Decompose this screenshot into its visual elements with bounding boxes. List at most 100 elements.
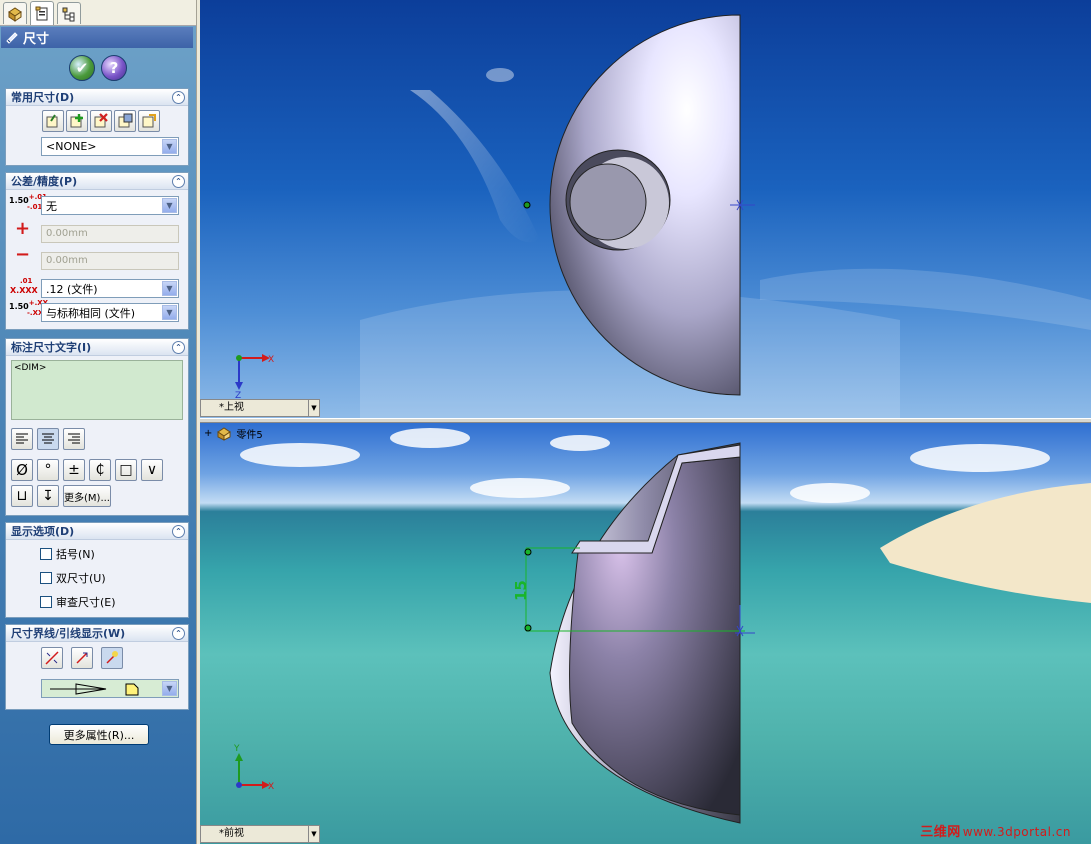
primary-precision-value: .12 (文件) [46,282,98,296]
arrows-smart-button[interactable] [101,647,123,669]
viewport-top-view[interactable]: X Z *上视 ▼ [200,0,1091,418]
ok-help-row: ✔ ? [0,52,196,84]
view-label-front[interactable]: *前视 ▼ [200,825,320,843]
load-favorite-icon [142,114,156,128]
load-favorite-button[interactable] [138,110,160,132]
parentheses-checkbox[interactable]: 括号(N) [40,546,95,562]
arrows-inside-button[interactable] [71,647,93,669]
checkbox-label: 审查尺寸(E) [56,596,116,609]
apply-favorite-icon [46,114,58,128]
group-title: 显示选项(D) [11,525,75,538]
group-favorite-dimensions: 常用尺寸(D) ⌃ <NONE> ▼ [5,88,189,166]
add-favorite-button[interactable] [66,110,88,132]
inspection-dimension-checkbox[interactable]: 审查尺寸(E) [40,594,116,610]
dual-dimension-checkbox[interactable]: 双尺寸(U) [40,570,106,586]
expand-icon[interactable]: + [204,428,212,439]
watermark: 三维网 www.3dportal.cn [920,825,1071,840]
symbol-depth-button[interactable]: ↧ [37,485,59,507]
favorite-select[interactable]: <NONE> ▼ [41,137,179,156]
group-dimension-text: 标注尺寸文字(I) ⌃ <DIM> Ø ° ± ₵ □ ∨ ⊔ ↧ 更多(M)..… [5,338,189,516]
group-title: 标注尺寸文字(I) [11,341,92,354]
feature-tree-flyout[interactable]: + 零件5 [204,426,263,441]
group-title: 公差/精度(P) [11,175,78,188]
collapse-icon[interactable]: ⌃ [172,91,185,104]
align-right-button[interactable] [63,428,85,450]
collapse-icon[interactable]: ⌃ [172,627,185,640]
symbol-plusminus-button[interactable]: ± [63,459,85,481]
collapse-icon[interactable]: ⌃ [172,525,185,538]
chevron-down-icon[interactable]: ▼ [162,681,177,696]
configuration-manager-tab[interactable] [57,2,81,24]
view-name: *前视 [219,828,244,839]
symbol-square-button[interactable]: □ [115,459,137,481]
help-button[interactable]: ? [101,55,127,81]
chevron-down-icon[interactable]: ▼ [162,198,177,213]
property-manager-icon [35,6,48,20]
apply-favorite-button[interactable] [42,110,64,132]
arrows-smart-icon [106,651,118,664]
align-center-icon [42,433,54,444]
chevron-down-icon[interactable]: ▼ [308,400,319,416]
delete-favorite-button[interactable] [90,110,112,132]
triad-top: X Z [235,354,274,401]
chevron-down-icon[interactable]: ▼ [162,305,177,320]
save-favorite-button[interactable] [114,110,136,132]
delete-favorite-icon [94,113,108,128]
property-manager-tab[interactable] [30,1,54,25]
group-title: 常用尺寸(D) [11,91,75,104]
precision-icon: .01 X.XXX [10,277,38,295]
symbol-diameter-button[interactable]: Ø [11,459,33,481]
group-header[interactable]: 常用尺寸(D) ⌃ [6,89,188,106]
group-header[interactable]: 尺寸界线/引线显示(W) ⌃ [6,625,188,642]
view-label-top[interactable]: *上视 ▼ [200,399,320,417]
checkbox-label: 括号(N) [56,548,95,561]
chevron-down-icon[interactable]: ▼ [162,281,177,296]
feature-manager-tab[interactable] [3,2,27,24]
tolerance-precision-value: 与标称相同 (文件) [46,306,136,320]
align-center-button[interactable] [37,428,59,450]
hole-feature [565,149,671,251]
svg-text:X: X [268,355,274,365]
viewport-front-view[interactable]: 15 X Y + 零件5 *前视 ▼ 三维网 www.3dportal.cn [200,423,1091,844]
group-header[interactable]: 显示选项(D) ⌃ [6,523,188,540]
arrow-style-select[interactable]: ▼ [41,679,179,698]
group-header[interactable]: 标注尺寸文字(I) ⌃ [6,339,188,356]
solidworks-window: 尺寸 ✔ ? 常用尺寸(D) ⌃ <NONE> ▼ 公差/精度(P) ⌃ 1.50+.… [0,0,1091,844]
symbol-counterbore-button[interactable]: ⊔ [11,485,33,507]
tolerance-precision-select[interactable]: 与标称相同 (文件) ▼ [41,303,179,322]
collapse-icon[interactable]: ⌃ [172,341,185,354]
checkmark-icon: ✔ [75,59,89,77]
primary-precision-select[interactable]: .12 (文件) ▼ [41,279,179,298]
more-symbols-button[interactable]: 更多(M)... [63,485,111,507]
chevron-down-icon[interactable]: ▼ [308,826,319,842]
max-variation-input[interactable]: 0.00mm [41,225,179,243]
dimension-text-area[interactable]: <DIM> [11,360,183,420]
front-view-scene: 15 X Y [233,428,1091,824]
symbol-countersink-button[interactable]: ∨ [141,459,163,481]
arrow-style-icon [50,682,139,695]
min-variation-input[interactable]: 0.00mm [41,252,179,270]
svg-text:15: 15 [512,580,530,601]
symbol-centerline-button[interactable]: ₵ [89,459,111,481]
checkbox-box[interactable] [40,548,52,560]
svg-text:X: X [268,782,274,792]
arrows-outside-button[interactable] [41,647,63,669]
save-favorite-icon [118,113,133,128]
group-header[interactable]: 公差/精度(P) ⌃ [6,173,188,190]
dimension-icon [6,31,18,44]
align-left-button[interactable] [11,428,33,450]
group-witness-leader: 尺寸界线/引线显示(W) ⌃ ▼ [5,624,189,710]
checkbox-box[interactable] [40,596,52,608]
ok-button[interactable]: ✔ [69,55,95,81]
chevron-down-icon[interactable]: ▼ [162,139,177,154]
top-view-scene: X Z [235,14,1091,418]
question-icon: ? [109,59,119,77]
tolerance-type-select[interactable]: 无 ▼ [41,196,179,215]
collapse-icon[interactable]: ⌃ [172,175,185,188]
symbol-degree-button[interactable]: ° [37,459,59,481]
svg-text:Y: Y [233,744,240,754]
checkbox-box[interactable] [40,572,52,584]
more-properties-button[interactable]: 更多属性(R)... [49,724,149,745]
panel-titlebar: 尺寸 [1,27,193,48]
group-display-options: 显示选项(D) ⌃ 括号(N) 双尺寸(U) 审查尺寸(E) [5,522,189,618]
